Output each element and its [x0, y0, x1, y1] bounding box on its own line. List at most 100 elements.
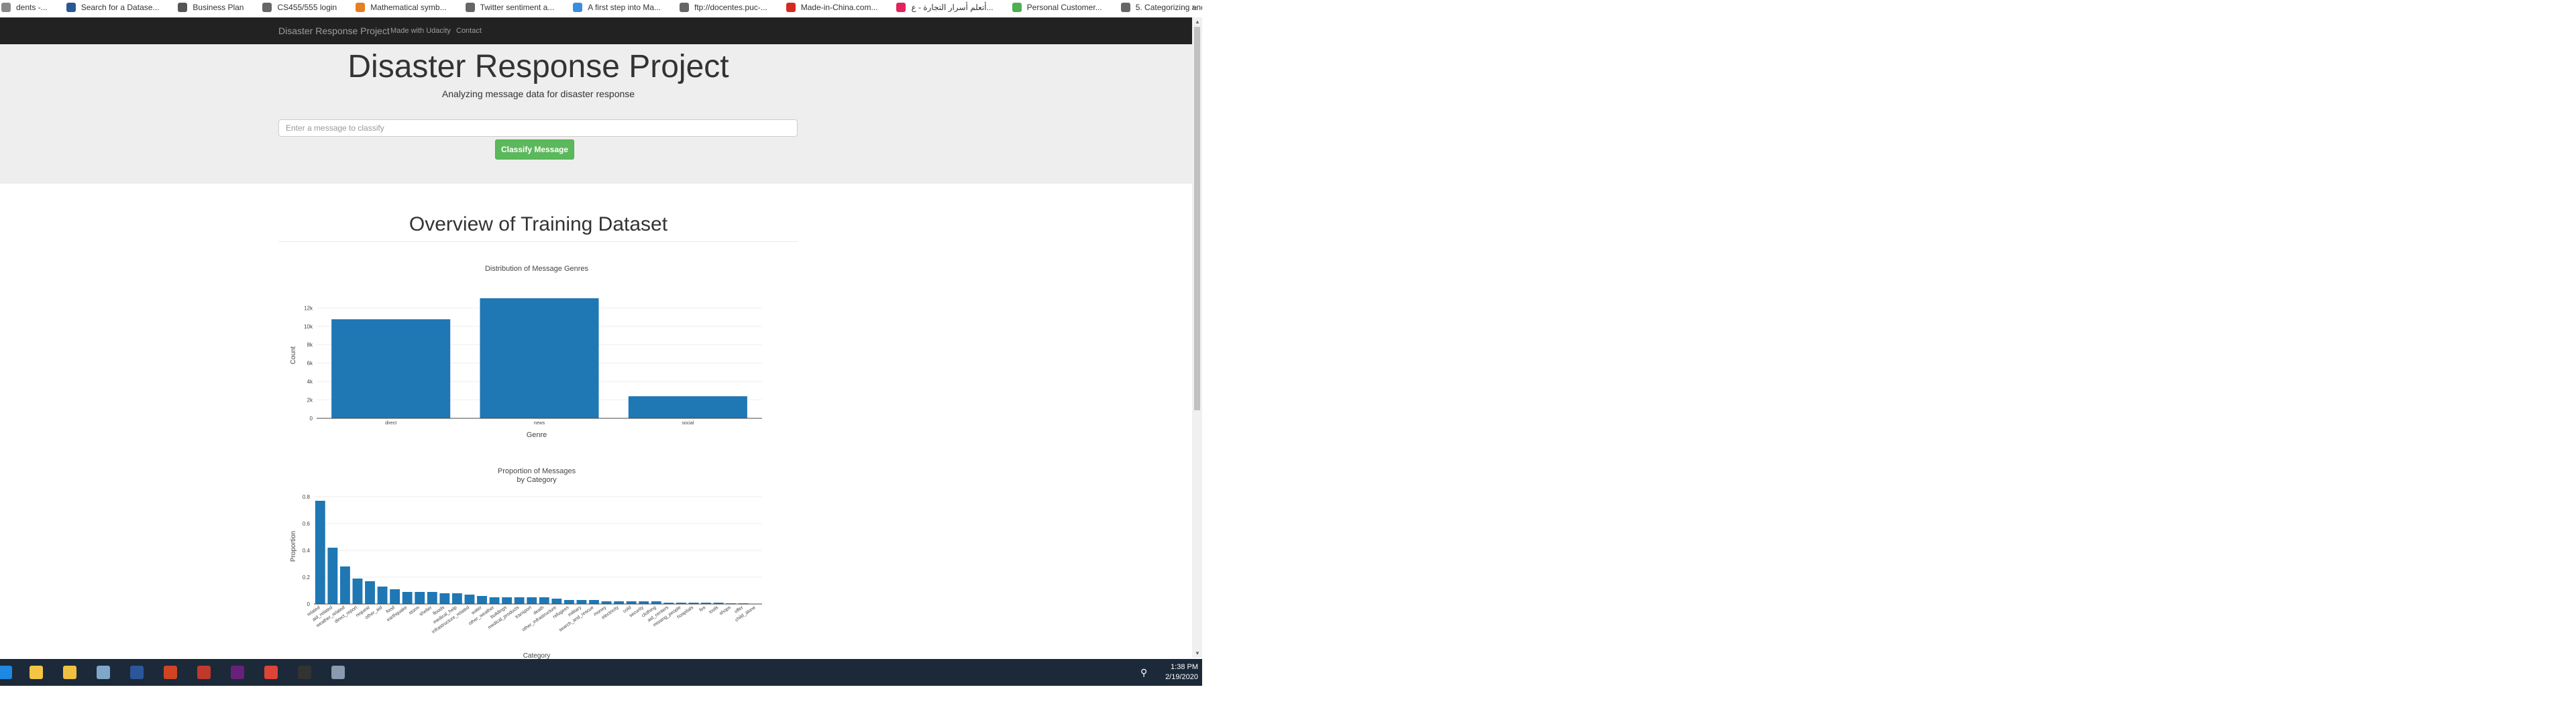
- page-subtitle: Analyzing message data for disaster resp…: [441, 88, 635, 99]
- bookmark-item[interactable]: Business Plan: [178, 3, 244, 12]
- snipping-tool-icon-glyph: [331, 666, 345, 679]
- y-tick-label: 0.2: [303, 575, 311, 581]
- bookmark-item[interactable]: A first step into Ma...: [573, 3, 661, 12]
- bar: [576, 600, 587, 604]
- terminal-icon-glyph: [298, 666, 311, 679]
- bar: [439, 593, 450, 604]
- scroll-down-icon[interactable]: ▼: [1195, 650, 1200, 656]
- x-tick-label: shelter: [419, 605, 433, 617]
- bookmark-label: Twitter sentiment a...: [480, 3, 555, 12]
- snipping-tool-icon[interactable]: [329, 663, 347, 682]
- chrome-icon[interactable]: [262, 663, 280, 682]
- visual-studio-icon[interactable]: [228, 663, 247, 682]
- page-icon: [1, 3, 11, 12]
- calculator-icon[interactable]: [94, 663, 113, 682]
- bookmark-label: Personal Customer...: [1026, 3, 1102, 12]
- powerpoint-icon[interactable]: [161, 663, 180, 682]
- bookmark-item[interactable]: 5. Categorizing and...: [1120, 3, 1202, 12]
- jumbotron: Disaster Response Project Analyzing mess…: [0, 44, 1192, 184]
- calendar-icon-glyph: [197, 666, 211, 679]
- bookmark-item[interactable]: Twitter sentiment a...: [465, 3, 555, 12]
- calendar-icon[interactable]: [195, 663, 213, 682]
- visual-studio-icon-glyph: [231, 666, 244, 679]
- x-tick-label: social: [682, 421, 694, 426]
- screen: dents -... Search for a Datase... Business…: [0, 0, 1202, 724]
- bookmark-item[interactable]: Mathematical symb...: [356, 3, 447, 12]
- x-tick-label: fire: [699, 605, 707, 613]
- file-explorer-icon[interactable]: [27, 663, 46, 682]
- y-tick-label: 0.4: [303, 548, 311, 554]
- bookmark-label: Made-in-China.com...: [800, 3, 878, 12]
- genre-distribution-chart: Distribution of Message Genres 0 2k 4k 6k 8k 1…: [290, 265, 762, 439]
- terminal-icon[interactable]: [295, 663, 314, 682]
- bar: [614, 601, 625, 604]
- bookmark-item[interactable]: Search for a Datase...: [66, 3, 159, 12]
- navbar-brand[interactable]: Disaster Response Project: [278, 17, 390, 44]
- bar: [626, 601, 637, 604]
- bookmark-label: Mathematical symb...: [370, 3, 447, 12]
- bar: [651, 601, 661, 604]
- page-scrollbar[interactable]: ▲ ▼: [1192, 17, 1202, 658]
- car-icon: [178, 3, 188, 12]
- globe-icon: [465, 3, 475, 12]
- classify-message-button[interactable]: Classify Message: [495, 139, 574, 160]
- bar: [315, 501, 325, 604]
- bookmark-item[interactable]: أتعلم أسرار التجارة - ع...: [896, 3, 994, 12]
- bar: [639, 601, 649, 604]
- word-icon[interactable]: [127, 663, 146, 682]
- bar: [327, 548, 338, 604]
- file-explorer-icon-glyph: [30, 666, 43, 679]
- page-title: Disaster Response Project: [347, 49, 729, 84]
- bar: [539, 597, 549, 604]
- bookmark-label: أتعلم أسرار التجارة - ع...: [911, 3, 994, 12]
- y-tick-label: 2k: [307, 398, 313, 404]
- taskbar-clock[interactable]: 1:38 PM 2/19/2020: [1165, 662, 1198, 682]
- m-logo-icon: [786, 3, 796, 12]
- bookmark-item[interactable]: Made-in-China.com...: [786, 3, 878, 12]
- bar: [331, 319, 451, 418]
- category-proportion-chart: Proportion of Messagesby Category 0 0.2 0.4…: [290, 467, 762, 660]
- bar: [502, 597, 513, 604]
- globe-icon: [680, 3, 690, 12]
- word-icon-glyph: [130, 666, 144, 679]
- nav-link-contact[interactable]: Contact: [456, 17, 482, 44]
- chart-title-line2: by Category: [517, 476, 557, 484]
- bookmark-item[interactable]: dents -...: [1, 3, 48, 12]
- r-logo-icon: [356, 3, 366, 12]
- bookmarks-overflow-button[interactable]: »: [1191, 1, 1197, 12]
- bookmark-item[interactable]: Personal Customer...: [1012, 3, 1102, 12]
- y-axis-title: Count: [290, 346, 297, 364]
- navbar: Disaster Response Project Made with Udac…: [0, 17, 1192, 45]
- y-tick-label: 10k: [304, 324, 313, 330]
- y-axis-title: Proportion: [290, 531, 297, 562]
- store-icon[interactable]: [60, 663, 79, 682]
- y-tick-label: 0: [310, 416, 313, 422]
- nav-link-udacity[interactable]: Made with Udacity: [390, 17, 451, 44]
- clock-date: 2/19/2020: [1165, 673, 1198, 681]
- bar: [377, 587, 388, 604]
- section-divider: [278, 241, 798, 242]
- edge-icon-glyph: [0, 666, 12, 679]
- message-input[interactable]: [278, 119, 798, 137]
- bookmark-item[interactable]: ftp://docentes.puc-...: [680, 3, 767, 12]
- scroll-up-icon[interactable]: ▲: [1195, 19, 1200, 25]
- scroll-thumb[interactable]: [1194, 27, 1200, 410]
- edge-icon[interactable]: [0, 663, 15, 682]
- chrome-icon-glyph: [264, 666, 278, 679]
- windows-taskbar: ⚲ 1:38 PM 2/19/2020: [0, 659, 1202, 686]
- bookmark-label: dents -...: [16, 3, 48, 12]
- bar: [390, 589, 400, 604]
- bookmark-label: ftp://docentes.puc-...: [694, 3, 767, 12]
- bar: [477, 596, 487, 604]
- bookmark-label: Business Plan: [193, 3, 244, 12]
- store-icon-glyph: [63, 666, 76, 679]
- network-icon[interactable]: ⚲: [1140, 667, 1147, 678]
- clock-time: 1:38 PM: [1171, 663, 1198, 671]
- bookmark-item[interactable]: CS455/555 login: [262, 3, 337, 12]
- y-tick-label: 0: [307, 601, 311, 607]
- bar: [415, 592, 425, 604]
- chart-title: Distribution of Message Genres: [485, 265, 589, 273]
- bar: [451, 593, 462, 604]
- bar: [480, 298, 599, 418]
- globe-icon: [262, 3, 272, 12]
